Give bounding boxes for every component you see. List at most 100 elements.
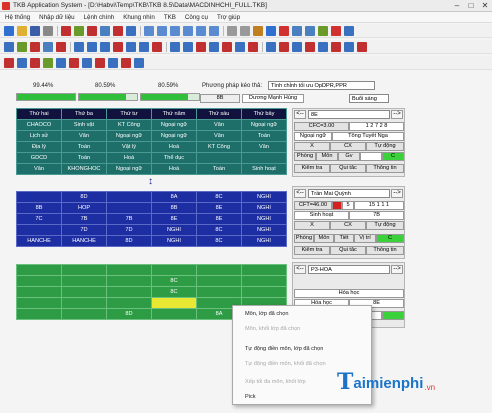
timetable-cell[interactable]: 8C: [151, 275, 197, 287]
timetable-cell[interactable]: NGHI: [241, 224, 287, 236]
timetable-cell[interactable]: Văn: [196, 119, 242, 131]
timetable-cell[interactable]: [61, 286, 107, 298]
rule-button[interactable]: Qui tắc: [330, 164, 366, 173]
delete-icon[interactable]: [61, 25, 71, 36]
menu-main-commands[interactable]: Lệnh chính: [84, 14, 115, 21]
context-menu-item[interactable]: Môn, khối lớp đã chọn: [245, 326, 300, 332]
cx-button[interactable]: CX: [330, 221, 366, 230]
timetable-cell[interactable]: [16, 308, 62, 320]
timetable-cell[interactable]: [241, 286, 287, 298]
room-button[interactable]: Phòng: [294, 234, 314, 243]
timetable-icon[interactable]: [196, 25, 206, 36]
tool-icon[interactable]: [253, 25, 263, 36]
remove-icon[interactable]: [113, 25, 123, 36]
timetable-cell[interactable]: 8D: [106, 308, 152, 320]
timetable-cell[interactable]: [106, 275, 152, 287]
menu-tools[interactable]: Công cụ: [185, 14, 208, 21]
x-button[interactable]: X: [294, 142, 330, 151]
timetable-cell[interactable]: 8E: [196, 213, 242, 225]
stop-icon[interactable]: [331, 25, 341, 36]
grid-icon[interactable]: [170, 41, 180, 52]
timetable-cell[interactable]: Vật lý: [106, 141, 152, 153]
timetable-cell[interactable]: Lịch sử: [16, 130, 62, 142]
check-button[interactable]: Kiểm tra: [294, 164, 330, 173]
menu-help[interactable]: Trợ giúp: [217, 14, 240, 21]
rule-button[interactable]: Qui tắc: [330, 246, 366, 255]
cross-icon[interactable]: [113, 41, 123, 52]
info-icon[interactable]: [344, 25, 354, 36]
timetable-cell[interactable]: Ngoại ngữ: [151, 130, 197, 142]
next-class-button[interactable]: -->: [391, 110, 403, 119]
save-icon[interactable]: [30, 25, 40, 36]
timetable-cell[interactable]: Toán: [61, 141, 107, 153]
timetable-cell[interactable]: [151, 264, 197, 276]
timetable-cell[interactable]: Toán: [241, 130, 287, 142]
timetable-cell[interactable]: KT Công: [106, 119, 152, 131]
undo-icon[interactable]: [227, 25, 237, 36]
timetable-cell[interactable]: [61, 297, 107, 309]
timetable-cell[interactable]: Văn: [16, 163, 62, 175]
grid-icon[interactable]: [266, 41, 276, 52]
class-field[interactable]: 8B: [200, 94, 240, 103]
timetable-cell[interactable]: Ngoại ngữ: [241, 119, 287, 131]
timetable-cell[interactable]: KHONGHOC: [61, 163, 107, 175]
redo-icon[interactable]: [240, 25, 250, 36]
grid-icon[interactable]: [139, 41, 149, 52]
grid-icon[interactable]: [235, 41, 245, 52]
next-room-button[interactable]: -->: [391, 265, 403, 274]
c-button[interactable]: C: [382, 152, 404, 161]
c-button[interactable]: C: [376, 234, 404, 243]
period-button[interactable]: Tiết: [334, 234, 354, 243]
grid-icon[interactable]: [134, 57, 144, 68]
menu-system[interactable]: Hệ thống: [5, 14, 30, 21]
timetable-cell[interactable]: 8B: [16, 202, 62, 214]
grid-icon[interactable]: [344, 41, 354, 52]
timetable-cell[interactable]: [196, 286, 242, 298]
grid-icon[interactable]: [82, 57, 92, 68]
grid-icon[interactable]: [126, 41, 136, 52]
cross-icon[interactable]: [152, 41, 162, 52]
timetable-cell[interactable]: [196, 152, 242, 164]
timetable-cell[interactable]: 8A: [151, 191, 197, 203]
cross-icon[interactable]: [95, 57, 105, 68]
close-button[interactable]: ✕: [478, 1, 492, 11]
info-button[interactable]: Thông tin: [366, 164, 404, 173]
timetable-cell[interactable]: [106, 297, 152, 309]
list-icon[interactable]: [292, 25, 302, 36]
room-button[interactable]: Phòng: [294, 152, 316, 161]
timetable-cell[interactable]: [16, 275, 62, 287]
auto-button[interactable]: Tự động: [366, 221, 404, 230]
timetable-cell[interactable]: Ngoại ngữ: [151, 119, 197, 131]
grid-icon[interactable]: [183, 41, 193, 52]
cross-icon[interactable]: [305, 41, 315, 52]
class-icon[interactable]: [4, 41, 14, 52]
timetable-cell[interactable]: Văn: [61, 130, 107, 142]
prev-class-button[interactable]: <--: [294, 110, 306, 119]
teacher-select[interactable]: Trần Mai Quỳnh: [308, 189, 390, 198]
open-folder-icon[interactable]: [17, 25, 27, 36]
timetable-cell[interactable]: [106, 286, 152, 298]
menu-view[interactable]: Khung nhìn: [123, 14, 155, 21]
timetable-cell[interactable]: Sinh vật: [61, 119, 107, 131]
room-select[interactable]: P3-HOA: [308, 265, 390, 274]
timetable-cell[interactable]: [241, 275, 287, 287]
timetable-icon[interactable]: [170, 25, 180, 36]
timetable-cell[interactable]: [16, 264, 62, 276]
print-icon[interactable]: [43, 25, 53, 36]
timetable-cell[interactable]: Toán: [61, 152, 107, 164]
grid-icon[interactable]: [292, 41, 302, 52]
timetable-cell[interactable]: [61, 275, 107, 287]
check-icon[interactable]: [43, 57, 53, 68]
timetable-cell[interactable]: HANCHE: [61, 235, 107, 247]
teacher-name-field[interactable]: Tông Tuyết Nga: [332, 132, 404, 141]
timetable-cell[interactable]: NGHI: [151, 235, 197, 247]
timetable-cell[interactable]: CHAOCO: [16, 119, 62, 131]
cross-icon[interactable]: [248, 41, 258, 52]
timetable-cell[interactable]: [196, 275, 242, 287]
cross-icon[interactable]: [279, 41, 289, 52]
room-icon[interactable]: [43, 41, 53, 52]
timetable-cell[interactable]: HANCHE: [16, 235, 62, 247]
teacher-icon[interactable]: [17, 41, 27, 52]
cx-button[interactable]: CX: [330, 142, 366, 151]
cross-icon[interactable]: [69, 57, 79, 68]
